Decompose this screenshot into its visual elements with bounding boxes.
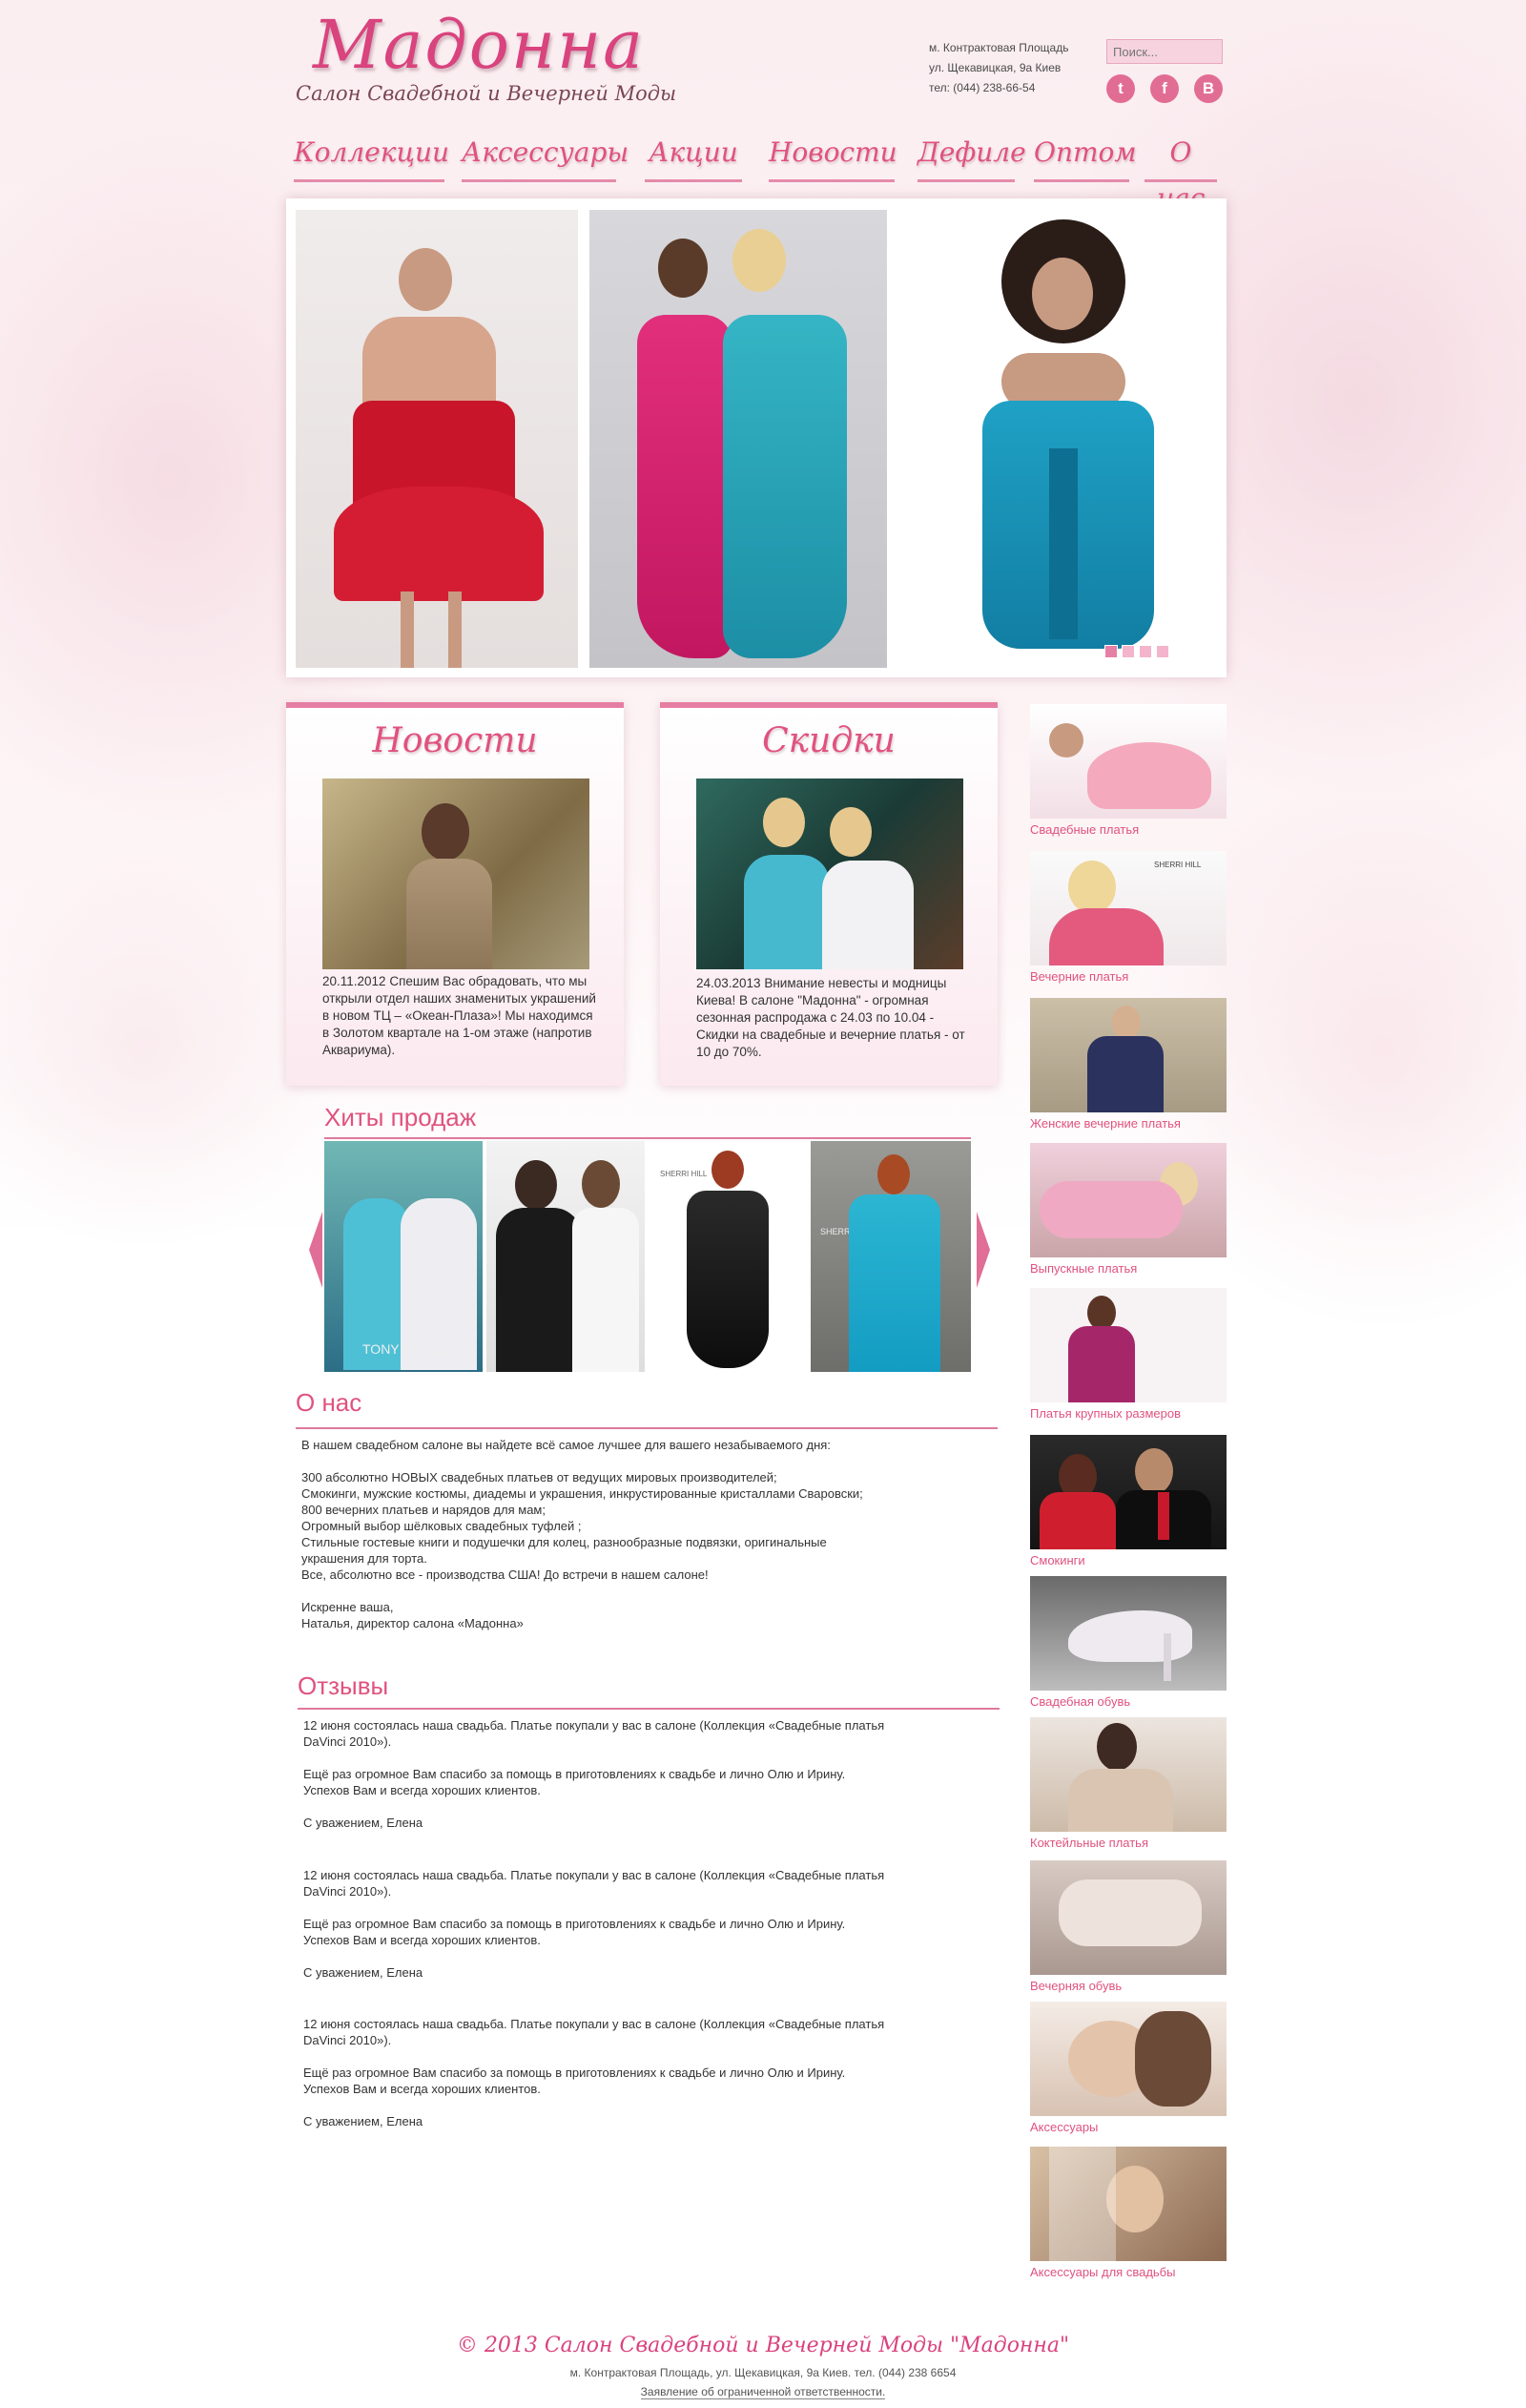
- hit-item-3[interactable]: SHERRI HILL: [649, 1141, 807, 1372]
- footer-copyright: © 2013 Салон Свадебной и Вечерней Моды "…: [456, 2334, 1070, 2357]
- nav-accessories[interactable]: Аксессуары: [462, 130, 629, 182]
- site-logo[interactable]: Мадонна: [313, 6, 645, 84]
- category-image[interactable]: [1030, 1435, 1227, 1549]
- category-image[interactable]: [1030, 998, 1227, 1112]
- about-title: О нас: [296, 1388, 362, 1417]
- review-item: 12 июня состоялась наша свадьба. Платье …: [303, 2017, 885, 2128]
- phone-number: тел: (044) 238-66-54: [929, 81, 1036, 94]
- category-image[interactable]: [1030, 2147, 1227, 2261]
- hits-divider: [324, 1137, 971, 1139]
- address-line-1: м. Контрактовая Площадь: [929, 41, 1069, 54]
- category-watermark: SHERRI HILL: [1154, 861, 1202, 869]
- category-evening-shoes[interactable]: Вечерняя обувь: [1030, 1860, 1227, 1993]
- category-label[interactable]: Платья крупных размеров: [1030, 1406, 1227, 1421]
- category-wedding-dresses[interactable]: Свадебные платья: [1030, 704, 1227, 837]
- category-label[interactable]: Свадебные платья: [1030, 822, 1227, 837]
- review-item: 12 июня состоялась наша свадьба. Платье …: [303, 1718, 885, 1830]
- search-input[interactable]: [1106, 39, 1223, 64]
- category-image[interactable]: [1030, 1860, 1227, 1975]
- hero-slider[interactable]: [286, 198, 1227, 677]
- category-accessories[interactable]: Аксессуары: [1030, 2002, 1227, 2134]
- news-text: 20.11.2012 Спешим Вас обрадовать, что мы…: [322, 974, 596, 1057]
- discounts-photo[interactable]: [696, 778, 963, 969]
- hits-carousel: TONY BOWLS SHERRI HILL SHERRI HILL: [324, 1141, 971, 1372]
- about-text: В нашем свадебном салоне вы найдете всё …: [301, 1438, 863, 1630]
- category-prom-dresses[interactable]: Выпускные платья: [1030, 1143, 1227, 1276]
- category-image[interactable]: [1030, 1717, 1227, 1832]
- nav-fashion-show[interactable]: Дефиле: [918, 130, 1026, 182]
- slider-dot-4[interactable]: [1156, 645, 1169, 658]
- category-image[interactable]: [1030, 1288, 1227, 1402]
- category-wedding-shoes[interactable]: Свадебная обувь: [1030, 1576, 1227, 1709]
- news-title[interactable]: Новости: [286, 721, 624, 760]
- category-label[interactable]: Вечерняя обувь: [1030, 1979, 1227, 1993]
- nav-about[interactable]: О нас: [1144, 130, 1217, 214]
- category-image[interactable]: SHERRI HILL: [1030, 851, 1227, 965]
- hit-item-2[interactable]: [486, 1141, 645, 1372]
- review-item: 12 июня состоялась наша свадьба. Платье …: [303, 1868, 885, 1980]
- category-evening-dresses[interactable]: SHERRI HILL Вечерние платья: [1030, 851, 1227, 984]
- category-image[interactable]: [1030, 2002, 1227, 2116]
- category-label[interactable]: Выпускные платья: [1030, 1261, 1227, 1276]
- category-plus-size-dresses[interactable]: Платья крупных размеров: [1030, 1288, 1227, 1421]
- slide-photo-blue-sequin-dress: [916, 210, 1219, 668]
- slider-dot-1[interactable]: [1104, 645, 1118, 658]
- category-image[interactable]: [1030, 1576, 1227, 1691]
- reviews-divider: [298, 1708, 1000, 1710]
- category-image[interactable]: [1030, 704, 1227, 819]
- slide-photo-satin-gowns: [589, 210, 887, 668]
- discounts-text: 24.03.2013 Внимание невесты и модницы Ки…: [696, 976, 965, 1059]
- hits-title: Хиты продаж: [324, 1103, 477, 1131]
- hits-prev-arrow[interactable]: [309, 1212, 322, 1288]
- blogger-icon[interactable]: B: [1194, 74, 1223, 103]
- nav-collections[interactable]: Коллекции: [294, 130, 449, 182]
- news-box: Новости 20.11.2012 Спешим Вас обрадовать…: [286, 702, 624, 1086]
- contact-info: м. Контрактовая Площадь ул. Щекавицкая, …: [929, 38, 1068, 98]
- site-tagline: Салон Свадебной и Вечерней Моды: [296, 82, 677, 105]
- hit-item-4[interactable]: SHERRI HILL: [811, 1141, 971, 1372]
- nav-promotions[interactable]: Акции: [645, 130, 742, 182]
- category-image[interactable]: [1030, 1143, 1227, 1257]
- hit-watermark-1: TONY BOWLS: [362, 1341, 451, 1357]
- news-photo[interactable]: [322, 778, 589, 969]
- discounts-box: Скидки 24.03.2013 Внимание невесты и мод…: [660, 702, 998, 1086]
- category-label[interactable]: Свадебная обувь: [1030, 1694, 1227, 1709]
- category-women-evening-dresses[interactable]: Женские вечерние платья: [1030, 998, 1227, 1131]
- hit-item-1[interactable]: TONY BOWLS: [324, 1141, 483, 1372]
- about-divider: [296, 1427, 998, 1429]
- footer-disclaimer-link[interactable]: Заявление об ограниченной ответственност…: [640, 2385, 886, 2399]
- category-label[interactable]: Женские вечерние платья: [1030, 1116, 1227, 1131]
- facebook-icon[interactable]: f: [1150, 74, 1179, 103]
- hits-next-arrow[interactable]: [977, 1212, 990, 1288]
- category-tuxedos[interactable]: Смокинги: [1030, 1435, 1227, 1567]
- hit-watermark-3: SHERRI HILL: [660, 1170, 708, 1178]
- footer-disclaimer-wrap: Заявление об ограниченной ответственност…: [0, 2385, 1526, 2399]
- nav-wholesale[interactable]: Оптом: [1034, 130, 1137, 182]
- address-line-2: ул. Щекавицкая, 9а Киев: [929, 61, 1062, 74]
- slider-dot-2[interactable]: [1122, 645, 1135, 658]
- category-wedding-accessories[interactable]: Аксессуары для свадьбы: [1030, 2147, 1227, 2279]
- category-label[interactable]: Смокинги: [1030, 1553, 1227, 1567]
- category-cocktail-dresses[interactable]: Коктейльные платья: [1030, 1717, 1227, 1850]
- nav-news[interactable]: Новости: [769, 130, 897, 182]
- category-label[interactable]: Вечерние платья: [1030, 969, 1227, 984]
- discounts-title[interactable]: Скидки: [660, 721, 998, 760]
- category-label[interactable]: Аксессуары: [1030, 2120, 1227, 2134]
- slide-photo-red-dress: [296, 210, 578, 668]
- category-label[interactable]: Аксессуары для свадьбы: [1030, 2265, 1227, 2279]
- twitter-icon[interactable]: t: [1106, 74, 1135, 103]
- slider-dot-3[interactable]: [1139, 645, 1152, 658]
- category-label[interactable]: Коктейльные платья: [1030, 1836, 1227, 1850]
- reviews-title: Отзывы: [298, 1671, 389, 1700]
- footer-address: м. Контрактовая Площадь, ул. Щекавицкая,…: [569, 2366, 957, 2379]
